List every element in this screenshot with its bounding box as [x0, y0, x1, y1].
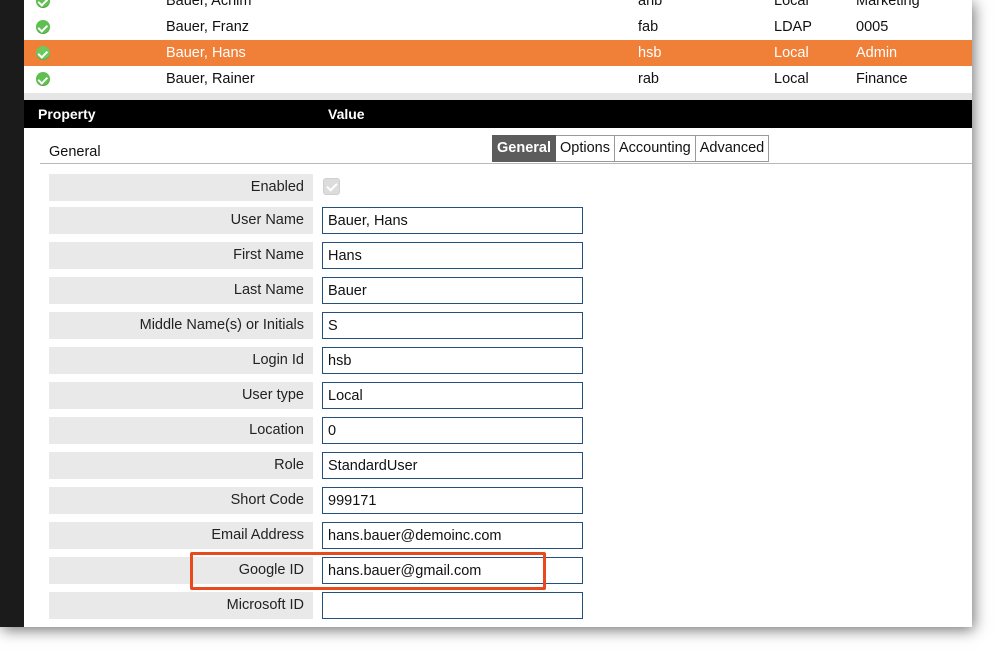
last-name-field[interactable]: [322, 277, 583, 304]
user-source-cell: Local: [774, 71, 809, 87]
user-name-label: User Name: [49, 207, 313, 234]
user-name-cell: Bauer, Achim: [166, 0, 252, 9]
user-name-cell: Bauer, Franz: [166, 19, 250, 35]
tab-options[interactable]: Options: [556, 135, 615, 162]
first-name-label: First Name: [49, 242, 313, 269]
middle-name-label: Middle Name(s) or Initials: [49, 312, 313, 339]
status-check-icon: [36, 46, 50, 60]
section-title: General: [49, 144, 101, 160]
google-id-field[interactable]: [322, 557, 583, 584]
list-splitter[interactable]: [24, 93, 972, 100]
role-label: Role: [49, 452, 313, 479]
user-source-cell: Local: [774, 45, 809, 61]
last-name-label: Last Name: [49, 277, 313, 304]
user-department-cell: 0005: [856, 19, 889, 35]
middle-name-field[interactable]: [322, 312, 583, 339]
microsoft-id-field[interactable]: [322, 592, 583, 619]
location-field[interactable]: [322, 417, 583, 444]
email-address-label: Email Address: [49, 522, 313, 549]
role-field[interactable]: [322, 452, 583, 479]
status-check-icon: [36, 0, 50, 8]
tab-accounting[interactable]: Accounting: [614, 135, 696, 162]
user-type-field[interactable]: [322, 382, 583, 409]
location-label: Location: [49, 417, 313, 444]
first-name-field[interactable]: [322, 242, 583, 269]
user-name-field[interactable]: [322, 207, 583, 234]
user-row-rainer[interactable]: Bauer, Rainer rab Local Finance: [24, 66, 972, 92]
short-code-field[interactable]: [322, 487, 583, 514]
email-address-field[interactable]: [322, 522, 583, 549]
enabled-label: Enabled: [49, 174, 313, 201]
user-login-cell: hsb: [638, 45, 662, 61]
user-name-cell: Bauer, Hans: [166, 45, 246, 61]
value-column-header: Value: [328, 106, 365, 122]
login-id-field[interactable]: [322, 347, 583, 374]
user-login-cell: fab: [638, 19, 659, 35]
status-check-icon: [36, 20, 50, 34]
user-source-cell: LDAP: [774, 19, 812, 35]
tab-general[interactable]: General: [492, 135, 556, 162]
user-list: Bauer, Achim ahb Local Marketing Bauer, …: [24, 0, 972, 100]
user-row-franz[interactable]: Bauer, Franz fab LDAP 0005: [24, 14, 972, 40]
left-sidebar-strip: [0, 0, 24, 627]
user-name-cell: Bauer, Rainer: [166, 71, 255, 87]
short-code-label: Short Code: [49, 487, 313, 514]
enabled-checkbox[interactable]: [323, 178, 340, 195]
user-login-cell: rab: [638, 71, 659, 87]
tab-advanced[interactable]: Advanced: [695, 135, 770, 162]
user-source-cell: Local: [774, 0, 809, 9]
user-type-label: User type: [49, 382, 313, 409]
google-id-label: Google ID: [49, 557, 313, 584]
user-admin-window: Bauer, Achim ahb Local Marketing Bauer, …: [0, 0, 972, 627]
user-row-hans-selected[interactable]: Bauer, Hans hsb Local Admin: [24, 40, 972, 66]
user-department-cell: Finance: [856, 71, 908, 87]
property-column-header: Property: [38, 106, 96, 122]
section-divider: [40, 163, 972, 164]
user-department-cell: Admin: [856, 45, 898, 61]
status-check-icon: [36, 72, 50, 86]
login-id-label: Login Id: [49, 347, 313, 374]
property-tabs: General Options Accounting Advanced: [492, 135, 770, 162]
user-login-cell: ahb: [638, 0, 663, 9]
user-department-cell: Marketing: [856, 0, 920, 9]
user-row-achim[interactable]: Bauer, Achim ahb Local Marketing: [24, 0, 972, 14]
microsoft-id-label: Microsoft ID: [49, 592, 313, 619]
property-table-header: Property Value: [24, 100, 972, 128]
